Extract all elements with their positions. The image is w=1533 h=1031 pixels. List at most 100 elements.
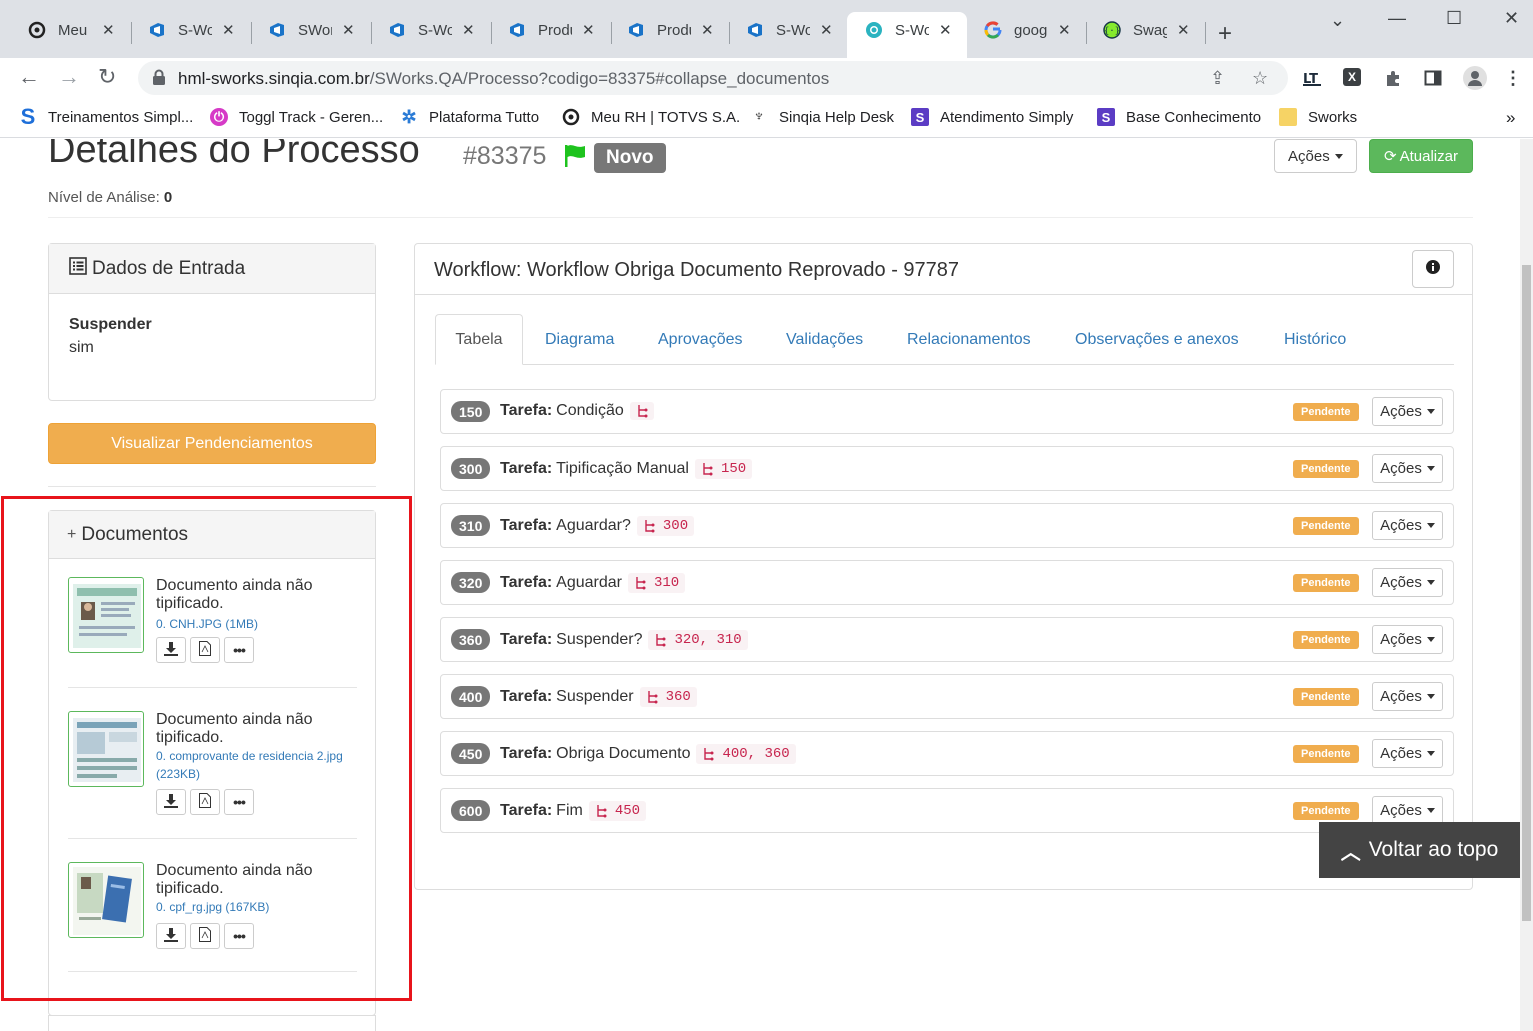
extensions-puzzle-icon[interactable] [1383, 68, 1403, 88]
tutto-icon: ✲ [401, 106, 417, 127]
task-row: 450 Tarefa: Obriga Documento 400, 360 Pend… [440, 731, 1454, 776]
new-tab-button[interactable]: + [1218, 20, 1232, 48]
divider [48, 217, 1473, 218]
close-window-icon[interactable]: ✕ [1504, 8, 1519, 29]
close-icon[interactable]: ✕ [582, 21, 595, 39]
sitemap-icon [597, 805, 607, 818]
task-title: Suspender? [556, 631, 643, 648]
bookmarks-bar: S Treinamentos Simpl... ⏻ Toggl Track - Ge… [0, 98, 1533, 138]
forward-icon[interactable]: → [58, 64, 80, 90]
close-icon[interactable]: ✕ [1177, 21, 1190, 39]
task-acoes-button[interactable]: Ações [1372, 397, 1443, 426]
bookmark-item[interactable]: ✲ Plataforma Tutto [400, 106, 539, 127]
browser-tab[interactable]: S-Wor ✕ [370, 12, 485, 58]
tab-validacoes[interactable]: Validações [786, 314, 863, 365]
bookmark-item[interactable]: S Atendimento Simply [911, 108, 1073, 126]
tab-search-icon[interactable]: ⌄ [1330, 10, 1345, 31]
sitemap-icon [638, 405, 648, 418]
bookmarks-overflow-icon[interactable]: » [1506, 108, 1515, 128]
close-icon[interactable]: ✕ [102, 21, 115, 39]
azure-devops-icon [627, 21, 645, 39]
extension-x-icon[interactable]: X [1343, 68, 1361, 86]
caret-down-icon [1426, 580, 1435, 585]
browser-tab[interactable]: SWorl ✕ [250, 12, 365, 58]
browser-tab[interactable]: S-Wor ✕ [130, 12, 245, 58]
maximize-icon[interactable]: ☐ [1446, 8, 1462, 29]
sworks-icon [865, 21, 883, 39]
info-button[interactable] [1412, 250, 1454, 288]
task-acoes-button[interactable]: Ações [1372, 568, 1443, 597]
workflow-panel: Workflow: Workflow Obriga Documento Repr… [414, 243, 1473, 890]
voltar-ao-topo-button[interactable]: ︿ Voltar ao topo [1319, 822, 1520, 878]
back-icon[interactable]: ← [18, 64, 40, 90]
profile-avatar-icon[interactable] [1463, 66, 1487, 90]
tab-relacionamentos[interactable]: Relacionamentos [907, 314, 1031, 365]
tab-tabela[interactable]: Tabela [435, 314, 523, 365]
task-acoes-button[interactable]: Ações [1372, 625, 1443, 654]
languagetool-icon[interactable]: LT [1303, 68, 1323, 88]
bookmark-item[interactable]: S Treinamentos Simpl... [19, 104, 194, 129]
visualizar-pendenciamentos-button[interactable]: Visualizar Pendenciamentos [48, 423, 376, 464]
acoes-label: Ações [1380, 745, 1422, 762]
tab-diagrama[interactable]: Diagrama [545, 314, 614, 365]
close-icon[interactable]: ✕ [939, 21, 952, 39]
bookmark-item[interactable]: ⏻ Toggl Track - Geren... [210, 108, 383, 126]
atualizar-button[interactable]: ⟳ Atualizar [1369, 139, 1473, 173]
bookmark-label: Atendimento Simply [940, 108, 1074, 126]
browser-tab[interactable]: Meu F ✕ [10, 12, 125, 58]
nivel-value: 0 [163, 189, 173, 206]
close-icon[interactable]: ✕ [820, 21, 833, 39]
acoes-dropdown-button[interactable]: Ações [1274, 139, 1357, 173]
status-badge: Pendente [1293, 745, 1359, 763]
lock-icon[interactable] [152, 69, 166, 85]
task-prefix: Tarefa: [500, 631, 553, 648]
task-number-badge: 360 [451, 629, 491, 650]
acoes-label: Ações [1380, 460, 1422, 477]
browser-tab[interactable]: Produ ✕ [490, 12, 605, 58]
close-icon[interactable]: ✕ [701, 21, 714, 39]
task-acoes-button[interactable]: Ações [1372, 739, 1443, 768]
browser-tab[interactable]: googl ✕ [966, 12, 1081, 58]
chevron-up-icon: ︿ [1340, 841, 1361, 864]
share-icon[interactable]: ⇪ [1210, 68, 1225, 89]
scrollbar-thumb[interactable] [1522, 265, 1531, 921]
bookmark-item[interactable]: S Base Conhecimento [1097, 108, 1261, 126]
bookmark-star-icon[interactable]: ☆ [1252, 68, 1268, 89]
menu-kebab-icon[interactable]: ⋮ [1503, 68, 1523, 88]
reload-icon[interactable]: ↻ [98, 64, 116, 90]
task-name: Tarefa: Fim 450 [500, 801, 647, 821]
totvs-icon [562, 108, 580, 126]
close-icon[interactable]: ✕ [1058, 21, 1071, 39]
browser-tab[interactable]: Produ ✕ [609, 12, 724, 58]
address-bar[interactable]: hml-sworks.sinqia.com.br/SWorks.QA/Proce… [138, 61, 1288, 95]
close-icon[interactable]: ✕ [342, 21, 355, 39]
bookmark-item[interactable]: Meu RH | TOTVS S.A. [562, 108, 740, 126]
side-panel-icon[interactable] [1423, 68, 1443, 88]
bookmark-label: Sworks [1308, 108, 1358, 126]
bookmark-folder[interactable]: Sworks [1279, 108, 1357, 126]
divider [415, 294, 1472, 295]
tab-historico[interactable]: Histórico [1284, 314, 1346, 365]
task-acoes-button[interactable]: Ações [1372, 511, 1443, 540]
task-title: Fim [556, 802, 583, 819]
sitemap-icon [645, 520, 655, 533]
task-dependencies: 300 [636, 516, 695, 536]
minimize-icon[interactable]: — [1388, 8, 1406, 29]
close-icon[interactable]: ✕ [222, 21, 235, 39]
divider [48, 486, 376, 487]
bookmark-item[interactable]: ♆ Sinqia Help Desk [750, 108, 894, 126]
browser-tab[interactable]: {·} Swag ✕ [1085, 12, 1200, 58]
acoes-label: Ações [1380, 517, 1422, 534]
url-text: hml-sworks.sinqia.com.br/SWorks.QA/Proce… [178, 69, 829, 89]
panel-cutoff [48, 1015, 376, 1031]
page-scrollbar[interactable] [1520, 139, 1533, 1031]
task-acoes-button[interactable]: Ações [1372, 454, 1443, 483]
task-dependencies [629, 402, 654, 420]
browser-tab-active[interactable]: S-Wor ✕ [847, 12, 967, 58]
tab-aprovacoes[interactable]: Aprovações [658, 314, 743, 365]
task-acoes-button[interactable]: Ações [1372, 682, 1443, 711]
tab-observacoes-anexos[interactable]: Observações e anexos [1075, 314, 1239, 365]
browser-tab[interactable]: S-Wor ✕ [728, 12, 843, 58]
close-icon[interactable]: ✕ [462, 21, 475, 39]
task-acoes-button[interactable]: Ações [1372, 796, 1443, 825]
